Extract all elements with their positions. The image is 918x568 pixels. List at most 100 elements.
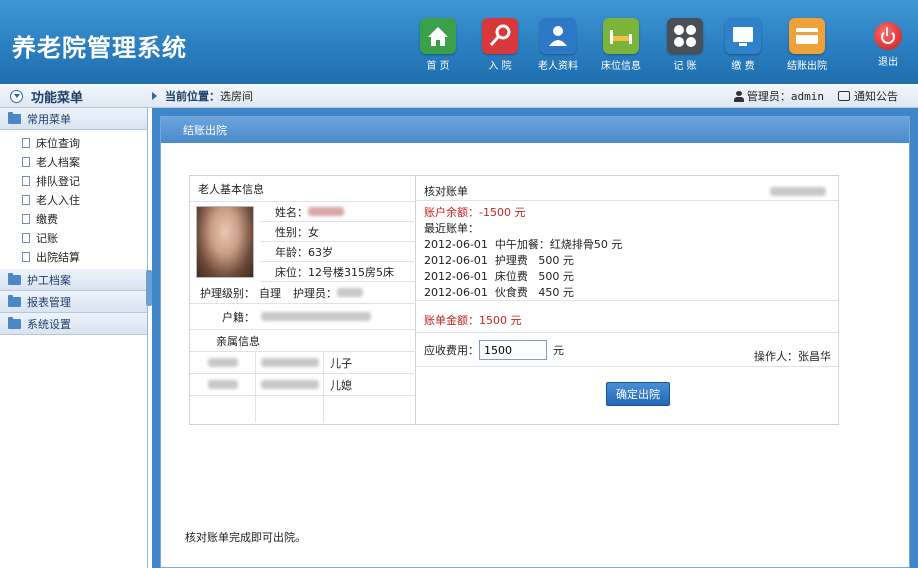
gender-label: 性别：	[275, 225, 308, 239]
sidebar-item-label: 老人入住	[36, 193, 80, 207]
care-level-row: 护理级别： 自理 护理员：	[190, 282, 416, 304]
bill-amount-value: 1500 元	[479, 314, 522, 327]
folder-icon	[8, 316, 21, 329]
nav-admit[interactable]: 入 院	[475, 18, 525, 72]
operator-label: 操作人：	[754, 350, 798, 363]
sidebar-item-label: 记账	[36, 231, 58, 245]
nav-home-label: 首 页	[426, 61, 450, 72]
notice-link[interactable]: 通知公告	[854, 88, 898, 104]
nav-payment-label: 缴 费	[731, 61, 755, 72]
user-icon	[733, 90, 744, 102]
confirm-discharge-button[interactable]: 确定出院	[606, 382, 670, 406]
operator-row: 操作人：张昌华	[754, 348, 831, 364]
sidebar-item-bed-query[interactable]: 床位查询	[0, 133, 147, 152]
power-icon	[874, 22, 902, 50]
sidebar-group-label: 系统设置	[27, 317, 71, 331]
fee-row: 应收费用： 元	[424, 340, 564, 360]
bill-section: 核对账单 账户余额：-1500 元 最近账单： 2012-06-01 中午加餐：…	[416, 176, 838, 424]
home-icon	[420, 18, 456, 54]
sidebar-item-label: 老人档案	[36, 155, 80, 169]
nav-payment[interactable]: 缴 费	[718, 18, 768, 72]
user-name: admin	[790, 89, 824, 103]
bill-amount-label: 账单金额：	[424, 314, 479, 327]
monitor-icon	[725, 18, 761, 54]
relative-relation: 儿媳	[330, 378, 352, 392]
nav-admit-label: 入 院	[488, 61, 512, 72]
bill-date	[770, 187, 826, 196]
header: 养老院管理系统 首 页 入 院 老人资料 床位信息 记 账 缴 费 结账出院 退…	[0, 0, 918, 84]
elder-gender-row: 性别： 女	[260, 222, 416, 242]
sidebar-item-bookkeeping[interactable]: 记账	[0, 228, 147, 247]
sidebar-item-label: 出院结算	[36, 250, 80, 264]
nav-checkout[interactable]: 结账出院	[782, 18, 832, 72]
bill-entry: 2012-06-01 中午加餐：红烧排骨50 元	[424, 238, 623, 251]
caregiver-value	[337, 288, 363, 297]
name-label: 姓名：	[275, 205, 308, 219]
sidebar: 常用菜单 床位查询 老人档案 排队登记 老人入住 缴费 记账 出院结算 护工档案…	[0, 108, 148, 568]
elder-name-row: 姓名：	[260, 202, 416, 222]
sidebar-group-reports[interactable]: 报表管理	[0, 291, 147, 313]
nav-bookkeeping[interactable]: 记 账	[660, 18, 710, 72]
menu-title: 功能菜单	[31, 90, 84, 106]
nav-bookkeeping-label: 记 账	[673, 61, 697, 72]
breadcrumb-label: 当前位置：	[165, 90, 220, 103]
sidebar-group-settings[interactable]: 系统设置	[0, 313, 147, 335]
age-value: 63岁	[308, 245, 333, 259]
recent-bills-label: 最近账单：	[424, 222, 479, 235]
relative-name	[207, 380, 238, 389]
hukou-label: 户籍：	[222, 310, 255, 324]
sidebar-item-queue-register[interactable]: 排队登记	[0, 171, 147, 190]
exit-button[interactable]: 退出	[866, 22, 910, 68]
bill-entry: 2012-06-01 伙食费 450 元	[424, 286, 574, 299]
balance-row: 账户余额：-1500 元	[424, 204, 525, 220]
folder-icon	[8, 294, 21, 307]
breadcrumb: 当前位置： 选房间	[152, 84, 253, 108]
sidebar-group-common[interactable]: 常用菜单	[0, 108, 147, 130]
sidebar-item-label: 缴费	[36, 212, 58, 226]
relative-row: 儿子	[190, 351, 416, 374]
sidebar-item-payment[interactable]: 缴费	[0, 209, 147, 228]
care-level-value: 自理	[259, 286, 281, 300]
sub-bar: 功能菜单 当前位置： 选房间 管理员： admin 通知公告	[0, 84, 918, 108]
app-title: 养老院管理系统	[12, 34, 187, 62]
exit-label: 退出	[878, 57, 898, 68]
person-icon	[540, 18, 576, 54]
bill-title: 核对账单	[424, 185, 468, 198]
gender-value: 女	[308, 225, 319, 239]
nav-elder-info-label: 老人资料	[538, 61, 578, 72]
relative-phone	[260, 358, 319, 367]
nav-bed-info-label: 床位信息	[601, 61, 641, 72]
balance-value: -1500 元	[479, 206, 526, 219]
elder-name-value	[308, 207, 344, 216]
checkout-panel: 结账出院 老人基本信息 姓名： 性别： 女 年龄： 63岁 床位： 12号楼31…	[160, 116, 910, 568]
document-icon	[22, 213, 30, 224]
sidebar-item-elder-files[interactable]: 老人档案	[0, 152, 147, 171]
sidebar-group-label: 护工档案	[27, 273, 71, 287]
hukou-row: 户籍：	[190, 304, 416, 330]
operator-value: 张昌华	[798, 350, 831, 363]
fee-input[interactable]	[479, 340, 547, 360]
sidebar-item-discharge[interactable]: 出院结算	[0, 247, 147, 266]
panel-note: 核对账单完成即可出院。	[185, 531, 306, 544]
collapse-icon[interactable]	[10, 89, 23, 103]
calculator-icon	[667, 18, 703, 54]
nav-home[interactable]: 首 页	[413, 18, 463, 72]
breadcrumb-value: 选房间	[220, 90, 253, 103]
fee-label: 应收费用：	[424, 344, 479, 357]
sidebar-group-label: 报表管理	[27, 295, 71, 309]
document-icon	[22, 251, 30, 262]
bed-icon	[603, 18, 639, 54]
caregiver-label: 护理员：	[293, 286, 337, 300]
panel-title: 结账出院	[161, 117, 909, 143]
sidebar-item-check-in[interactable]: 老人入住	[0, 190, 147, 209]
sidebar-group-caregivers[interactable]: 护工档案	[0, 269, 147, 291]
main-area: 结账出院 老人基本信息 姓名： 性别： 女 年龄： 63岁 床位： 12号楼31…	[152, 108, 918, 568]
relative-name	[207, 358, 238, 367]
document-icon	[22, 137, 30, 148]
document-icon	[22, 194, 30, 205]
fee-unit: 元	[553, 344, 564, 357]
nav-bed-info[interactable]: 床位信息	[596, 18, 646, 72]
bed-label: 床位：	[275, 265, 308, 279]
bill-entry: 2012-06-01 床位费 500 元	[424, 270, 574, 283]
nav-elder-info[interactable]: 老人资料	[533, 18, 583, 72]
